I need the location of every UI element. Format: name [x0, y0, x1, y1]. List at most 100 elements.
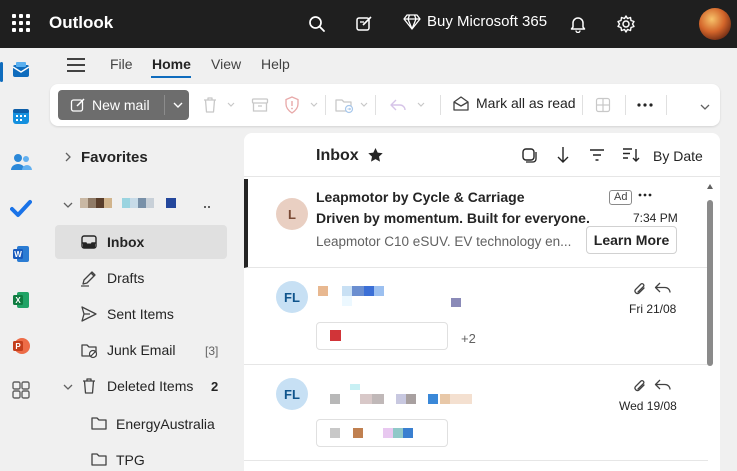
redacted-block: [353, 428, 363, 438]
word-icon[interactable]: W: [9, 242, 33, 266]
reply-icon[interactable]: [388, 95, 408, 115]
message-list-header: Inbox By Date: [244, 133, 720, 177]
folder-junk-email[interactable]: Junk Email [3]: [55, 333, 227, 367]
more-attachments-count[interactable]: +2: [461, 331, 476, 346]
buy-microsoft-365-button[interactable]: Buy Microsoft 365: [403, 13, 547, 30]
immersive-reader-icon[interactable]: [593, 95, 613, 115]
scroll-thumb[interactable]: [707, 200, 713, 366]
report-dropdown-icon[interactable]: [310, 98, 320, 110]
ribbon-divider: [325, 95, 326, 115]
mail-icon[interactable]: [9, 58, 33, 82]
new-mail-main[interactable]: New mail: [58, 90, 164, 120]
sort-icon[interactable]: [622, 146, 640, 164]
redacted-block: [364, 286, 374, 296]
learn-more-button[interactable]: Learn More: [586, 226, 677, 254]
filter-icon[interactable]: [588, 146, 606, 164]
redacted-block: [383, 428, 393, 438]
excel-icon[interactable]: X: [9, 288, 33, 312]
mark-all-as-read-button[interactable]: Mark all as read: [452, 95, 576, 111]
svg-text:W: W: [14, 250, 22, 259]
people-icon[interactable]: [9, 150, 33, 174]
redacted-block: [451, 298, 461, 307]
new-mail-dropdown-icon[interactable]: [169, 90, 187, 120]
more-apps-icon[interactable]: [9, 378, 33, 402]
report-shield-icon[interactable]: [282, 95, 302, 115]
folder-inbox[interactable]: Inbox: [55, 225, 227, 259]
message-item[interactable]: FL Fri 21/08 +2: [244, 269, 708, 365]
new-mail-button: New mail: [58, 90, 189, 120]
redacted-block: [330, 330, 341, 341]
message-list: Inbox By Date L Leapmotor by Cycle & Car…: [244, 133, 720, 471]
attachment-icon: [634, 380, 645, 392]
calendar-icon[interactable]: [9, 104, 33, 128]
message-item[interactable]: FL Wed 19/08: [244, 366, 708, 461]
tab-view[interactable]: View: [211, 56, 241, 72]
buy-label: Buy Microsoft 365: [427, 13, 548, 30]
message-preview: Leapmotor C10 eSUV. EV technology en...: [316, 234, 572, 249]
svg-text:X: X: [15, 296, 21, 305]
diamond-icon: [403, 13, 421, 30]
redacted-block: [208, 206, 210, 208]
select-icon[interactable]: [520, 146, 538, 164]
folder-icon: [91, 453, 107, 466]
replied-icon: [654, 282, 671, 293]
navigation-toggle-icon[interactable]: [67, 58, 85, 72]
folder-tpg[interactable]: TPG: [55, 442, 227, 471]
more-icon[interactable]: [638, 193, 652, 197]
reply-dropdown-icon[interactable]: [417, 98, 427, 110]
avatar[interactable]: [699, 8, 731, 40]
delete-icon[interactable]: [200, 95, 220, 115]
expand-ribbon-icon[interactable]: [700, 101, 710, 113]
folder-label: Inbox: [107, 234, 145, 250]
redacted-block: [372, 394, 384, 404]
redacted-block: [104, 198, 112, 208]
jump-to-icon[interactable]: [554, 146, 572, 164]
redacted-block: [318, 286, 328, 296]
app-launcher-icon[interactable]: [12, 14, 30, 32]
tab-file[interactable]: File: [110, 56, 133, 72]
message-item[interactable]: L Leapmotor by Cycle & Carriage Ad Drive…: [244, 179, 708, 268]
favorites-expand-icon[interactable]: [62, 151, 74, 163]
redacted-block: [428, 394, 438, 404]
move-dropdown-icon[interactable]: [360, 98, 370, 110]
account-expand-icon[interactable]: [62, 199, 74, 211]
tab-help[interactable]: Help: [261, 56, 290, 72]
folder-label: Drafts: [107, 270, 145, 286]
message-time: 7:34 PM: [633, 211, 678, 225]
message-list-scrollbar[interactable]: [707, 180, 713, 470]
folder-sent-items[interactable]: Sent Items: [55, 297, 227, 331]
account-name-redacted[interactable]: [80, 198, 210, 210]
inbox-icon: [81, 235, 97, 249]
attachment-chip[interactable]: [316, 322, 448, 350]
redacted-block: [330, 394, 340, 404]
favorite-star-icon[interactable]: [367, 147, 384, 163]
folder-drafts[interactable]: Drafts: [55, 261, 227, 295]
sort-by-date-button[interactable]: By Date: [653, 148, 703, 164]
active-tab-indicator: [151, 76, 191, 78]
archive-icon[interactable]: [250, 95, 270, 115]
powerpoint-icon[interactable]: P: [9, 334, 33, 358]
redacted-block: [374, 286, 384, 296]
folder-energyaustralia[interactable]: EnergyAustralia: [55, 406, 227, 440]
tab-home[interactable]: Home: [152, 56, 191, 72]
unread-count: [3]: [205, 344, 219, 358]
gear-icon[interactable]: [614, 12, 638, 36]
scroll-up-icon[interactable]: [707, 184, 713, 189]
search-icon[interactable]: [305, 12, 329, 36]
bell-icon[interactable]: [566, 12, 590, 36]
delete-dropdown-icon[interactable]: [227, 98, 237, 110]
redacted-block: [403, 428, 413, 438]
redacted-block: [360, 394, 372, 404]
favorites-header[interactable]: Favorites: [81, 149, 148, 166]
compose-note-icon[interactable]: [352, 12, 376, 36]
redacted-block: [450, 394, 472, 404]
folder-label: Sent Items: [107, 306, 174, 322]
move-to-folder-icon[interactable]: [334, 95, 354, 115]
folder-deleted-items[interactable]: Deleted Items 2: [55, 369, 227, 403]
more-options-icon[interactable]: [635, 95, 655, 115]
redacted-block: [88, 198, 96, 208]
app-title[interactable]: Outlook: [49, 13, 113, 33]
replied-icon: [654, 379, 671, 390]
todo-icon[interactable]: [9, 196, 33, 220]
attachment-chip[interactable]: [316, 419, 448, 447]
